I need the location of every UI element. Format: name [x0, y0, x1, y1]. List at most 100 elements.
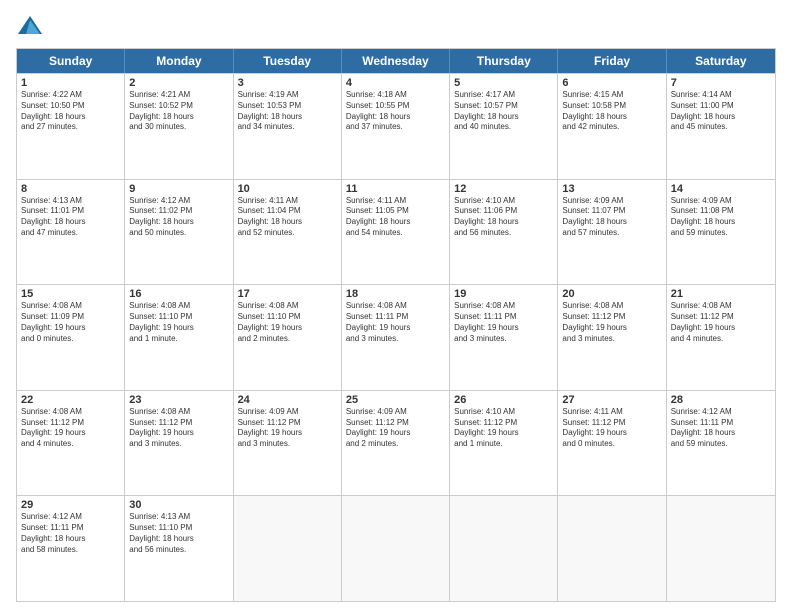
- calendar-body: 1Sunrise: 4:22 AM Sunset: 10:50 PM Dayli…: [17, 73, 775, 601]
- logo-icon: [16, 12, 44, 40]
- day-cell-12: 12Sunrise: 4:10 AM Sunset: 11:06 PM Dayl…: [450, 180, 558, 285]
- day-number-29: 29: [21, 499, 120, 511]
- day-info-17: Sunrise: 4:08 AM Sunset: 11:10 PM Daylig…: [238, 301, 337, 344]
- day-cell-29: 29Sunrise: 4:12 AM Sunset: 11:11 PM Dayl…: [17, 496, 125, 601]
- day-number-6: 6: [562, 77, 661, 89]
- day-cell-28: 28Sunrise: 4:12 AM Sunset: 11:11 PM Dayl…: [667, 391, 775, 496]
- empty-cell: [450, 496, 558, 601]
- day-info-3: Sunrise: 4:19 AM Sunset: 10:53 PM Daylig…: [238, 90, 337, 133]
- day-number-27: 27: [562, 394, 661, 406]
- day-info-14: Sunrise: 4:09 AM Sunset: 11:08 PM Daylig…: [671, 196, 771, 239]
- day-info-9: Sunrise: 4:12 AM Sunset: 11:02 PM Daylig…: [129, 196, 228, 239]
- header-day-wednesday: Wednesday: [342, 49, 450, 73]
- header-day-sunday: Sunday: [17, 49, 125, 73]
- calendar-row-3: 15Sunrise: 4:08 AM Sunset: 11:09 PM Dayl…: [17, 284, 775, 390]
- day-info-22: Sunrise: 4:08 AM Sunset: 11:12 PM Daylig…: [21, 407, 120, 450]
- day-info-23: Sunrise: 4:08 AM Sunset: 11:12 PM Daylig…: [129, 407, 228, 450]
- day-info-21: Sunrise: 4:08 AM Sunset: 11:12 PM Daylig…: [671, 301, 771, 344]
- day-cell-21: 21Sunrise: 4:08 AM Sunset: 11:12 PM Dayl…: [667, 285, 775, 390]
- day-info-18: Sunrise: 4:08 AM Sunset: 11:11 PM Daylig…: [346, 301, 445, 344]
- day-number-26: 26: [454, 394, 553, 406]
- day-info-5: Sunrise: 4:17 AM Sunset: 10:57 PM Daylig…: [454, 90, 553, 133]
- day-info-19: Sunrise: 4:08 AM Sunset: 11:11 PM Daylig…: [454, 301, 553, 344]
- logo: [16, 12, 48, 40]
- day-number-9: 9: [129, 183, 228, 195]
- empty-cell: [667, 496, 775, 601]
- page: SundayMondayTuesdayWednesdayThursdayFrid…: [0, 0, 792, 612]
- day-cell-30: 30Sunrise: 4:13 AM Sunset: 11:10 PM Dayl…: [125, 496, 233, 601]
- calendar: SundayMondayTuesdayWednesdayThursdayFrid…: [16, 48, 776, 602]
- day-number-13: 13: [562, 183, 661, 195]
- day-cell-14: 14Sunrise: 4:09 AM Sunset: 11:08 PM Dayl…: [667, 180, 775, 285]
- day-number-4: 4: [346, 77, 445, 89]
- day-number-14: 14: [671, 183, 771, 195]
- header-day-thursday: Thursday: [450, 49, 558, 73]
- day-cell-23: 23Sunrise: 4:08 AM Sunset: 11:12 PM Dayl…: [125, 391, 233, 496]
- day-cell-4: 4Sunrise: 4:18 AM Sunset: 10:55 PM Dayli…: [342, 74, 450, 179]
- day-number-23: 23: [129, 394, 228, 406]
- day-info-7: Sunrise: 4:14 AM Sunset: 11:00 PM Daylig…: [671, 90, 771, 133]
- day-cell-9: 9Sunrise: 4:12 AM Sunset: 11:02 PM Dayli…: [125, 180, 233, 285]
- day-number-24: 24: [238, 394, 337, 406]
- day-number-18: 18: [346, 288, 445, 300]
- day-cell-2: 2Sunrise: 4:21 AM Sunset: 10:52 PM Dayli…: [125, 74, 233, 179]
- day-number-28: 28: [671, 394, 771, 406]
- day-number-25: 25: [346, 394, 445, 406]
- day-info-29: Sunrise: 4:12 AM Sunset: 11:11 PM Daylig…: [21, 512, 120, 555]
- day-cell-27: 27Sunrise: 4:11 AM Sunset: 11:12 PM Dayl…: [558, 391, 666, 496]
- day-cell-22: 22Sunrise: 4:08 AM Sunset: 11:12 PM Dayl…: [17, 391, 125, 496]
- day-info-16: Sunrise: 4:08 AM Sunset: 11:10 PM Daylig…: [129, 301, 228, 344]
- day-number-3: 3: [238, 77, 337, 89]
- header-day-friday: Friday: [558, 49, 666, 73]
- day-cell-17: 17Sunrise: 4:08 AM Sunset: 11:10 PM Dayl…: [234, 285, 342, 390]
- day-info-24: Sunrise: 4:09 AM Sunset: 11:12 PM Daylig…: [238, 407, 337, 450]
- calendar-row-5: 29Sunrise: 4:12 AM Sunset: 11:11 PM Dayl…: [17, 495, 775, 601]
- day-cell-16: 16Sunrise: 4:08 AM Sunset: 11:10 PM Dayl…: [125, 285, 233, 390]
- day-number-2: 2: [129, 77, 228, 89]
- calendar-row-4: 22Sunrise: 4:08 AM Sunset: 11:12 PM Dayl…: [17, 390, 775, 496]
- day-number-12: 12: [454, 183, 553, 195]
- day-number-21: 21: [671, 288, 771, 300]
- day-number-19: 19: [454, 288, 553, 300]
- day-info-12: Sunrise: 4:10 AM Sunset: 11:06 PM Daylig…: [454, 196, 553, 239]
- day-cell-6: 6Sunrise: 4:15 AM Sunset: 10:58 PM Dayli…: [558, 74, 666, 179]
- day-info-26: Sunrise: 4:10 AM Sunset: 11:12 PM Daylig…: [454, 407, 553, 450]
- day-info-11: Sunrise: 4:11 AM Sunset: 11:05 PM Daylig…: [346, 196, 445, 239]
- day-cell-13: 13Sunrise: 4:09 AM Sunset: 11:07 PM Dayl…: [558, 180, 666, 285]
- header-day-monday: Monday: [125, 49, 233, 73]
- day-cell-19: 19Sunrise: 4:08 AM Sunset: 11:11 PM Dayl…: [450, 285, 558, 390]
- day-number-11: 11: [346, 183, 445, 195]
- day-number-22: 22: [21, 394, 120, 406]
- day-cell-26: 26Sunrise: 4:10 AM Sunset: 11:12 PM Dayl…: [450, 391, 558, 496]
- day-cell-3: 3Sunrise: 4:19 AM Sunset: 10:53 PM Dayli…: [234, 74, 342, 179]
- day-info-8: Sunrise: 4:13 AM Sunset: 11:01 PM Daylig…: [21, 196, 120, 239]
- day-number-15: 15: [21, 288, 120, 300]
- day-info-6: Sunrise: 4:15 AM Sunset: 10:58 PM Daylig…: [562, 90, 661, 133]
- day-number-7: 7: [671, 77, 771, 89]
- day-info-4: Sunrise: 4:18 AM Sunset: 10:55 PM Daylig…: [346, 90, 445, 133]
- day-info-30: Sunrise: 4:13 AM Sunset: 11:10 PM Daylig…: [129, 512, 228, 555]
- calendar-row-1: 1Sunrise: 4:22 AM Sunset: 10:50 PM Dayli…: [17, 73, 775, 179]
- day-number-20: 20: [562, 288, 661, 300]
- day-cell-7: 7Sunrise: 4:14 AM Sunset: 11:00 PM Dayli…: [667, 74, 775, 179]
- calendar-header-row: SundayMondayTuesdayWednesdayThursdayFrid…: [17, 49, 775, 73]
- header: [16, 12, 776, 40]
- day-info-25: Sunrise: 4:09 AM Sunset: 11:12 PM Daylig…: [346, 407, 445, 450]
- day-number-17: 17: [238, 288, 337, 300]
- day-number-10: 10: [238, 183, 337, 195]
- empty-cell: [342, 496, 450, 601]
- day-number-1: 1: [21, 77, 120, 89]
- day-number-30: 30: [129, 499, 228, 511]
- day-cell-20: 20Sunrise: 4:08 AM Sunset: 11:12 PM Dayl…: [558, 285, 666, 390]
- day-info-2: Sunrise: 4:21 AM Sunset: 10:52 PM Daylig…: [129, 90, 228, 133]
- day-cell-24: 24Sunrise: 4:09 AM Sunset: 11:12 PM Dayl…: [234, 391, 342, 496]
- day-cell-5: 5Sunrise: 4:17 AM Sunset: 10:57 PM Dayli…: [450, 74, 558, 179]
- day-cell-1: 1Sunrise: 4:22 AM Sunset: 10:50 PM Dayli…: [17, 74, 125, 179]
- day-number-5: 5: [454, 77, 553, 89]
- empty-cell: [234, 496, 342, 601]
- day-cell-18: 18Sunrise: 4:08 AM Sunset: 11:11 PM Dayl…: [342, 285, 450, 390]
- day-info-10: Sunrise: 4:11 AM Sunset: 11:04 PM Daylig…: [238, 196, 337, 239]
- day-info-13: Sunrise: 4:09 AM Sunset: 11:07 PM Daylig…: [562, 196, 661, 239]
- day-info-1: Sunrise: 4:22 AM Sunset: 10:50 PM Daylig…: [21, 90, 120, 133]
- day-number-8: 8: [21, 183, 120, 195]
